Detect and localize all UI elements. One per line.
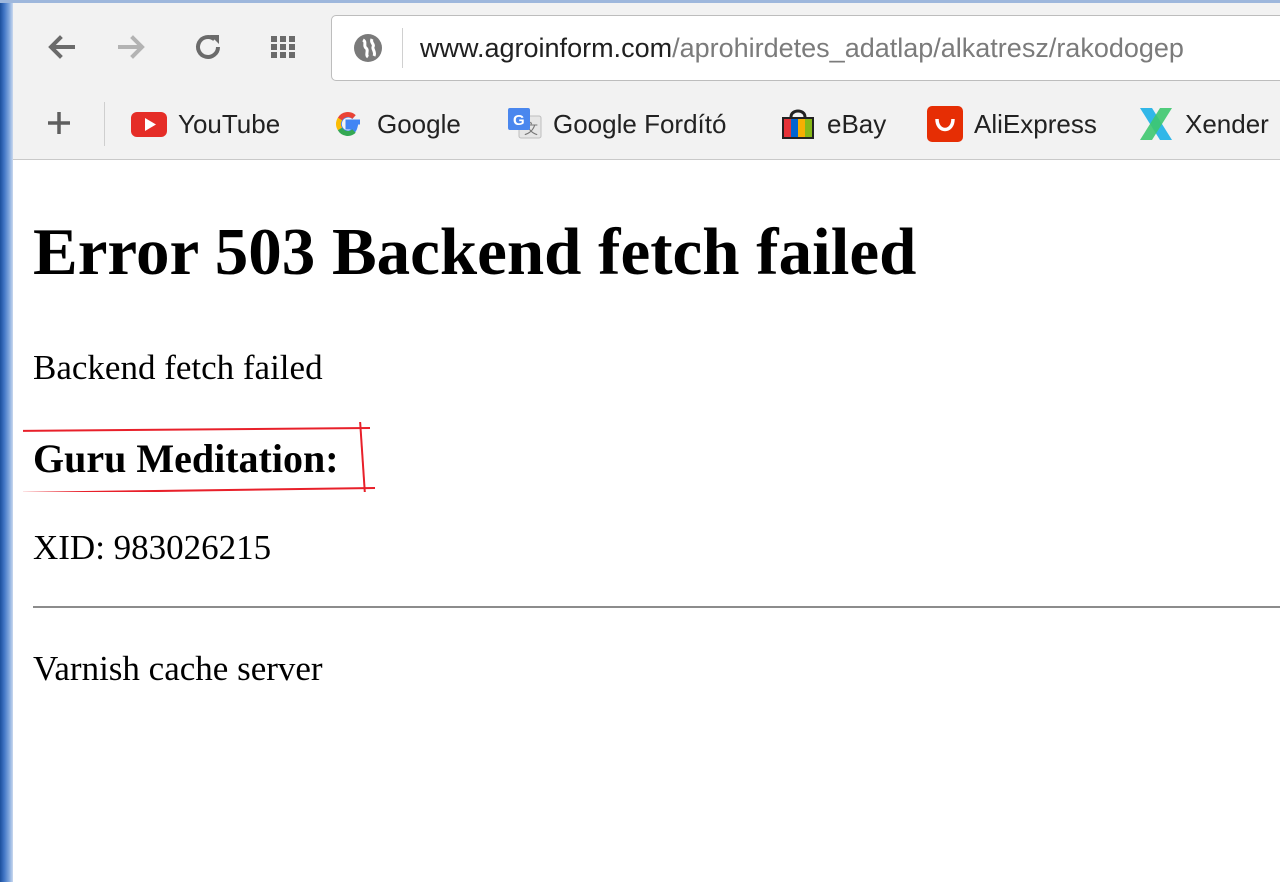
horizontal-rule bbox=[33, 606, 1280, 608]
xender-icon bbox=[1137, 105, 1175, 143]
bookmark-label: Xender bbox=[1185, 108, 1269, 139]
bookmarks-separator bbox=[104, 102, 105, 146]
back-button[interactable] bbox=[41, 21, 81, 73]
server-footer: Varnish cache server bbox=[33, 649, 323, 688]
youtube-icon bbox=[130, 105, 168, 143]
aliexpress-icon bbox=[926, 105, 964, 143]
reload-icon bbox=[196, 35, 220, 59]
error-message: Backend fetch failed bbox=[33, 348, 323, 387]
apps-grid-icon bbox=[271, 36, 295, 58]
bookmark-label: Google Fordító bbox=[553, 108, 727, 139]
apps-button[interactable] bbox=[264, 21, 304, 73]
forward-arrow-icon bbox=[118, 35, 145, 59]
bookmark-label: eBay bbox=[827, 108, 887, 139]
globe-info-icon bbox=[354, 34, 382, 62]
google-icon bbox=[329, 105, 367, 143]
forward-button[interactable] bbox=[112, 21, 152, 73]
ebay-icon bbox=[779, 105, 817, 143]
bookmark-label: YouTube bbox=[178, 108, 281, 139]
address-bar[interactable]: www.agroinform.com/aprohirdetes_adatlap/… bbox=[331, 15, 1280, 81]
browser-toolbar: www.agroinform.com/aprohirdetes_adatlap/… bbox=[13, 3, 1280, 89]
bookmark-xender[interactable]: Xender bbox=[1137, 102, 1269, 146]
url-path: /aprohirdetes_adatlap/alkatresz/rakodoge… bbox=[672, 33, 1184, 63]
bookmark-label: AliExpress bbox=[974, 108, 1097, 139]
bookmark-label: Google bbox=[377, 108, 461, 139]
add-bookmark-icon[interactable] bbox=[43, 107, 75, 139]
svg-text:G: G bbox=[513, 112, 525, 129]
address-bar-separator bbox=[402, 28, 403, 68]
bookmark-aliexpress[interactable]: AliExpress bbox=[926, 102, 1097, 146]
reload-button[interactable] bbox=[188, 21, 228, 73]
xid-text: XID: 983026215 bbox=[33, 528, 272, 567]
window-frame-left bbox=[0, 0, 13, 882]
google-translate-icon: 文 G bbox=[505, 105, 543, 143]
url-host: www.agroinform.com bbox=[420, 33, 673, 63]
back-arrow-icon bbox=[48, 35, 75, 59]
bookmarks-bar: YouTube Google 文 G Google Fordító eBay A… bbox=[13, 89, 1280, 160]
bookmark-google[interactable]: Google bbox=[329, 102, 461, 146]
bookmark-ebay[interactable]: eBay bbox=[779, 102, 886, 146]
guru-meditation-section: Guru Meditation: bbox=[23, 422, 378, 492]
red-annotation-box bbox=[23, 422, 376, 492]
error-title: Error 503 Backend fetch failed bbox=[33, 215, 917, 289]
url-text[interactable]: www.agroinform.com/aprohirdetes_adatlap/… bbox=[420, 30, 1184, 66]
bookmark-google-translate[interactable]: 文 G Google Fordító bbox=[505, 102, 726, 146]
bookmark-youtube[interactable]: YouTube bbox=[130, 102, 280, 146]
